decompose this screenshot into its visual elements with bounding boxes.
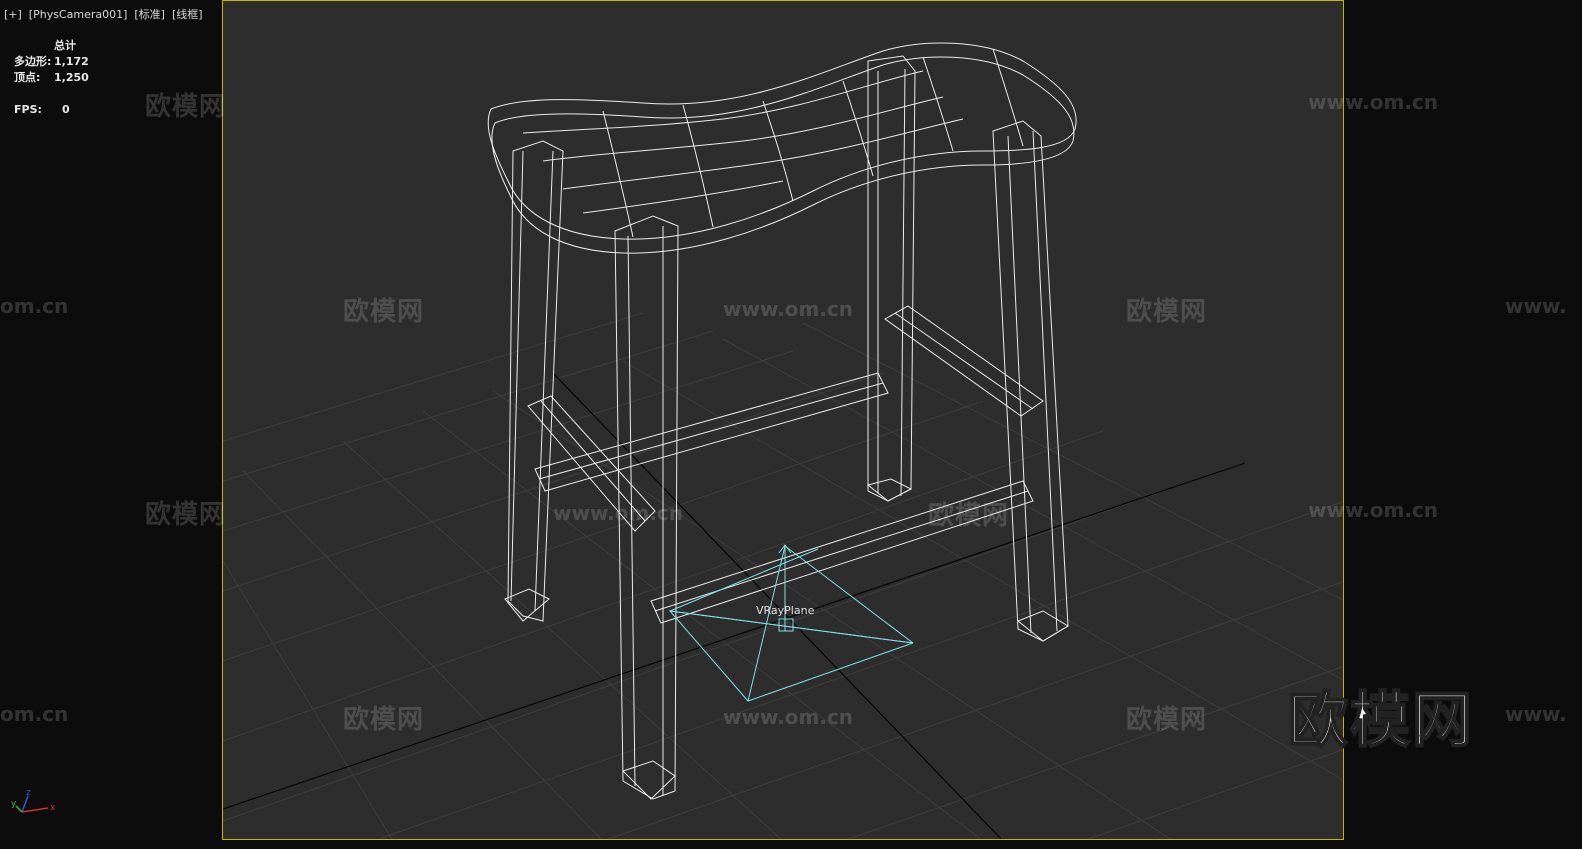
watermark-logo: 欧模网 <box>1287 685 1474 757</box>
fps-value: 0 <box>62 103 70 116</box>
watermark-domain: www.om.cn <box>1308 90 1439 114</box>
watermark-brand: 欧模网 <box>1126 297 1208 327</box>
axis-y-label: y <box>11 799 17 809</box>
watermark-brand: 欧模网 <box>145 500 227 530</box>
watermark-brand: 欧模网 <box>145 92 227 122</box>
watermark-domain: www.om.cn <box>723 705 854 729</box>
watermark-domain: www.om.cn <box>1308 498 1439 522</box>
watermark-domain: www.om.cn <box>553 501 684 525</box>
watermark-domain: om.cn <box>0 702 69 726</box>
watermark-brand: 欧模网 <box>343 705 425 735</box>
ground-grid <box>223 312 1343 839</box>
world-axis-lines <box>223 372 1246 839</box>
vray-plane-label: VRayPlane <box>756 604 815 617</box>
fps-label: FPS: <box>14 103 42 116</box>
axis-x-label: x <box>50 803 56 813</box>
axis-gizmo-icon: x z y <box>11 788 56 813</box>
polygons-label: 多边形: <box>14 55 52 68</box>
stool-wireframe[interactable] <box>487 42 1077 800</box>
statistics-panel: 总计 多边形: 1,172 顶点: 1,250 FPS: 0 <box>14 38 89 118</box>
polygons-value: 1,172 <box>54 55 89 68</box>
watermark-domain: www. <box>1505 702 1567 726</box>
watermark-brand: 欧模网 <box>928 501 1010 531</box>
axis-z-label: z <box>26 788 31 798</box>
watermark-domain: www. <box>1505 294 1567 318</box>
watermark-brand: 欧模网 <box>343 297 425 327</box>
watermark-domain: om.cn <box>0 294 69 318</box>
vertices-value: 1,250 <box>54 71 89 84</box>
perspective-viewport[interactable]: VRayPlane 欧模网 www.om.cn 欧模网 欧模网 www.om.c… <box>222 0 1344 840</box>
viewport-label[interactable]: [+] [PhysCamera001] [标准] [线框] <box>4 6 203 22</box>
stats-header: 总计 <box>54 39 76 52</box>
vray-plane-helper[interactable] <box>668 544 914 702</box>
watermark-brand: 欧模网 <box>1126 705 1208 735</box>
vertices-label: 顶点: <box>14 71 41 84</box>
watermark-domain: www.om.cn <box>723 297 854 321</box>
